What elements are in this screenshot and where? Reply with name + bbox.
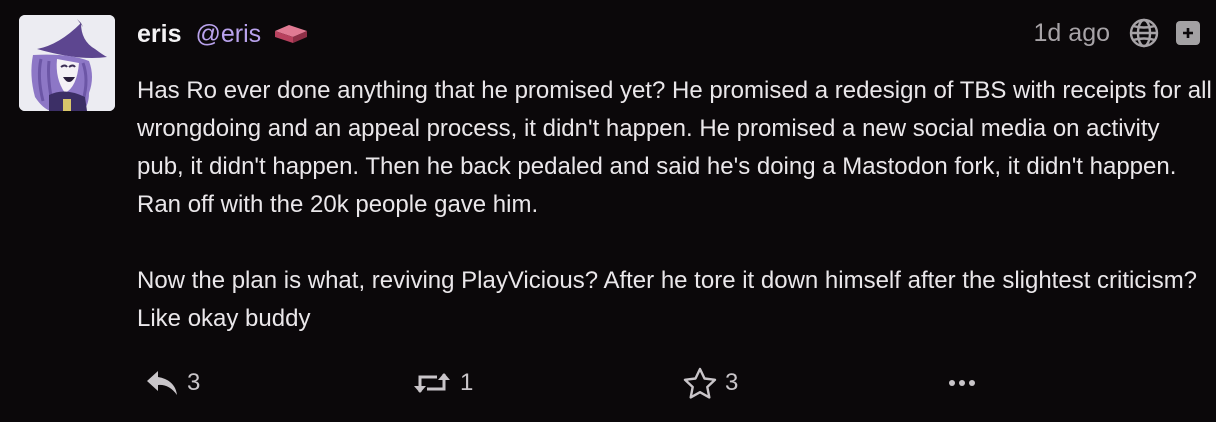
brick-icon bbox=[275, 25, 308, 43]
post-timestamp[interactable]: 1d ago bbox=[1034, 16, 1110, 50]
post-meta: 1d ago bbox=[1034, 16, 1200, 50]
reply-count: 3 bbox=[187, 369, 201, 396]
plus-glyph bbox=[1183, 28, 1193, 38]
post-paragraph: Now the plan is what, reviving PlayVicio… bbox=[137, 267, 1198, 332]
avatar-image bbox=[19, 15, 115, 111]
ellipsis-icon bbox=[949, 380, 975, 386]
boost-count: 1 bbox=[460, 369, 474, 396]
reply-icon bbox=[147, 371, 177, 395]
retweet-icon bbox=[414, 373, 450, 393]
boost-button[interactable]: 1 bbox=[412, 362, 473, 404]
star-icon bbox=[683, 367, 717, 399]
action-bar: 3 1 3 bbox=[0, 362, 1216, 404]
author-handle[interactable]: @eris bbox=[195, 18, 261, 50]
reply-button[interactable]: 3 bbox=[145, 362, 200, 404]
avatar[interactable] bbox=[19, 15, 115, 111]
more-button[interactable] bbox=[947, 362, 985, 404]
favourite-button[interactable]: 3 bbox=[683, 362, 738, 404]
globe-icon bbox=[1129, 18, 1159, 48]
post-paragraph: Has Ro ever done anything that he promis… bbox=[137, 77, 1212, 218]
author-display-name[interactable]: eris bbox=[137, 18, 181, 50]
post-header: eris @eris bbox=[137, 18, 309, 50]
post-card: eris @eris 1d ago Has Ro ever done anyth… bbox=[0, 0, 1216, 422]
plus-square-icon[interactable] bbox=[1176, 21, 1200, 45]
post-content: Has Ro ever done anything that he promis… bbox=[137, 72, 1212, 338]
favourite-count: 3 bbox=[725, 369, 739, 396]
